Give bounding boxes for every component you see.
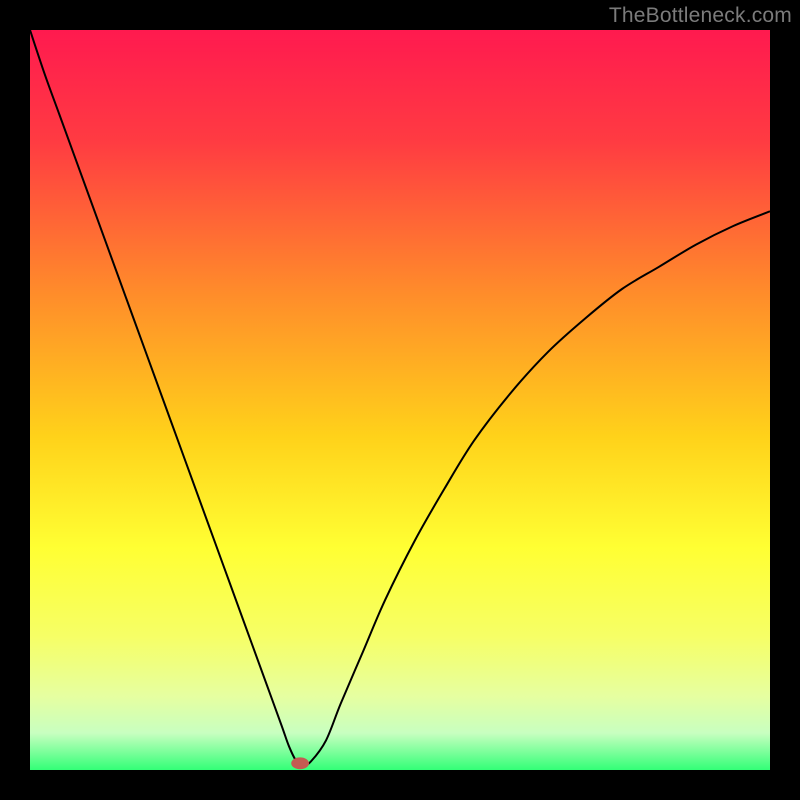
watermark-text: TheBottleneck.com [609,4,792,28]
chart-frame: TheBottleneck.com [0,0,800,800]
minimum-marker [291,757,309,769]
chart-background [30,30,770,770]
plot-area [30,30,770,770]
chart-svg [30,30,770,770]
